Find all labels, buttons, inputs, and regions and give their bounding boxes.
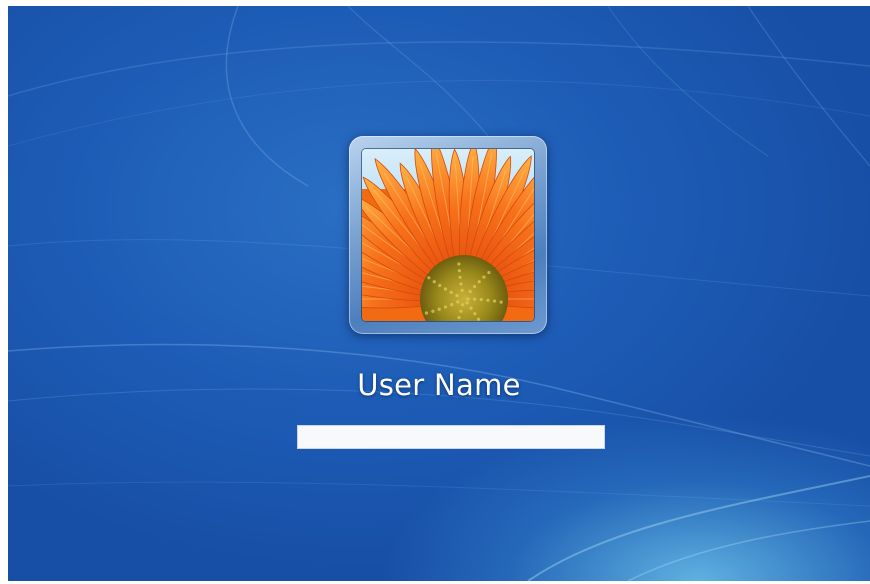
login-screen: User Name [8,6,870,581]
user-avatar-frame [349,136,547,334]
password-input[interactable] [297,425,605,449]
user-name-label: User Name [357,368,521,402]
orange-flower-icon [362,149,534,321]
